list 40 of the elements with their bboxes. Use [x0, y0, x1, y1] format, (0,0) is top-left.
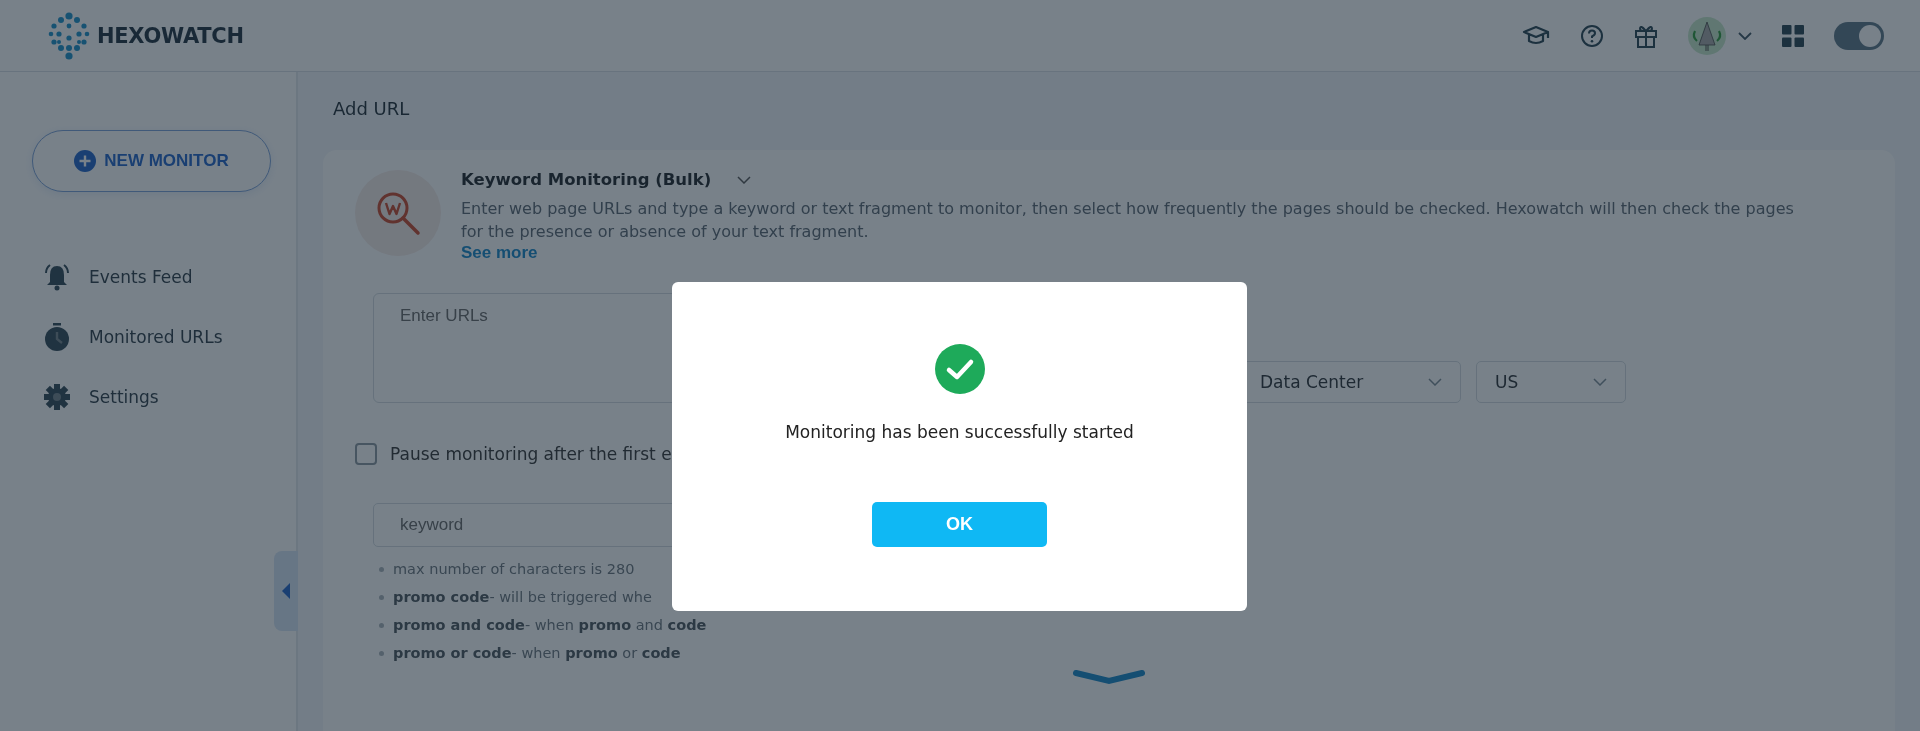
tool-title[interactable]: Keyword Monitoring (Bulk)	[461, 170, 712, 189]
theme-toggle[interactable]	[1834, 21, 1884, 50]
avatar-icon[interactable]	[1688, 16, 1726, 55]
collapse-tab[interactable]	[274, 551, 298, 631]
stopwatch-icon	[42, 322, 72, 352]
bullet-icon	[379, 566, 384, 572]
caret-left-icon[interactable]	[282, 583, 290, 599]
page-title: Add URL	[332, 97, 411, 121]
success-check-icon	[934, 344, 985, 394]
pause-label: Pause monitoring after the first e	[390, 444, 672, 464]
hint-text: promo and code- when promo and code	[393, 616, 707, 635]
help-icon[interactable]	[1580, 23, 1604, 48]
chevron-down-icon[interactable]	[737, 175, 752, 184]
plus-icon	[74, 150, 97, 172]
dropdown[interactable]: US	[1476, 361, 1626, 403]
new-monitor-button[interactable]: NEW MONITOR	[32, 130, 271, 192]
nav-item[interactable]: Monitored URLs	[42, 322, 296, 352]
hint-text: promo or code- when promo or code	[393, 644, 681, 663]
see-more-link[interactable]: See more	[461, 243, 538, 263]
nav-item[interactable]: Settings	[42, 382, 296, 412]
logo-text: HEXOWATCH	[97, 23, 244, 48]
settings-icon	[42, 382, 72, 412]
bullet-icon	[379, 594, 384, 600]
logo-icon	[47, 11, 91, 60]
pause-checkbox[interactable]	[355, 443, 377, 465]
chevron-down-icon[interactable]	[1073, 669, 1145, 685]
tool-description: Enter web page URLs and type a keyword or text fragment to monitor, then select how frequently the pages should be checked. Hexowatch will then check the pages for the presence or absence of your text fragment.	[461, 198, 1795, 243]
dialog-message: Monitoring has been successfully started	[785, 422, 1134, 442]
chevron-down-icon	[1428, 378, 1442, 386]
hint-text: promo code- will be triggered whe	[393, 588, 652, 607]
bullet-icon	[379, 622, 384, 628]
bullet-icon	[379, 650, 384, 656]
apps-grid-icon[interactable]	[1782, 24, 1804, 47]
graduation-cap-icon[interactable]	[1522, 24, 1550, 47]
chevron-down-icon[interactable]	[1738, 31, 1752, 40]
hint-text: max number of characters is 280	[393, 560, 635, 579]
chevron-down-icon	[1593, 378, 1607, 386]
nav-item[interactable]: Events Feed	[42, 262, 296, 292]
ok-button[interactable]: OK	[872, 502, 1047, 547]
bell-icon	[42, 262, 72, 292]
